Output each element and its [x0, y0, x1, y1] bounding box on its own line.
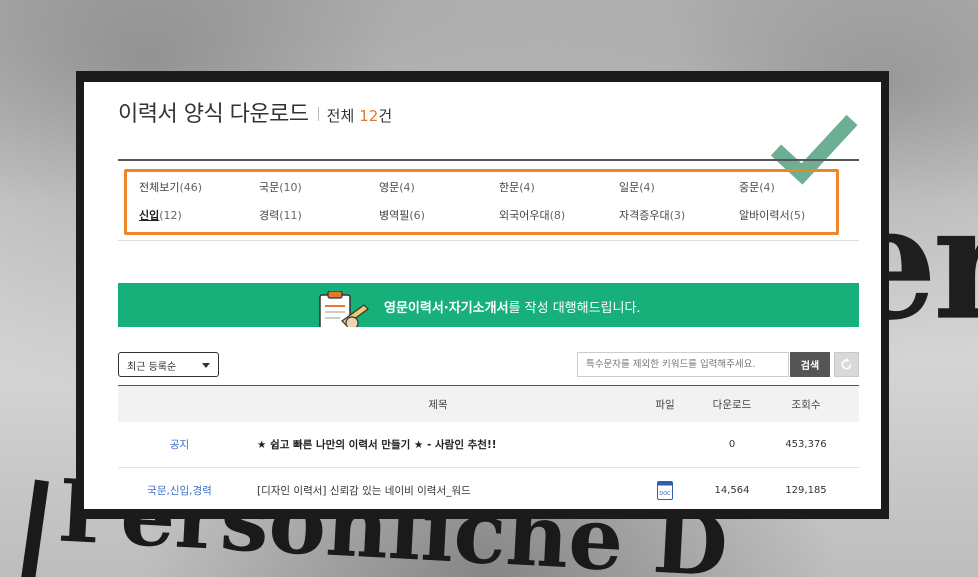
resume-download-page: 이력서 양식 다운로드 전체 12 건 전체보기(46) 국문(10) 영문(4…: [84, 82, 881, 509]
clipboard-illustration-icon: [319, 291, 369, 327]
category-experienced[interactable]: 경력(11): [259, 207, 379, 223]
row-file[interactable]: DOC: [635, 481, 695, 500]
category-military-done[interactable]: 병역필(6): [379, 207, 499, 223]
sort-select-value: 최근 등록순: [127, 362, 177, 373]
row-views: 129,185: [785, 485, 827, 496]
row-downloads: 0: [728, 439, 736, 450]
category-all[interactable]: 전체보기(46): [139, 179, 259, 195]
page-title-text: 이력서 양식 다운로드: [118, 102, 309, 127]
category-certificate-preferred[interactable]: 자격증우대(3): [619, 207, 739, 223]
header-title: 제목: [428, 398, 448, 411]
total-unit: 건: [378, 107, 393, 125]
total-count: 12: [359, 107, 379, 125]
category-korean[interactable]: 국문(10): [259, 179, 379, 195]
category-language-preferred[interactable]: 외국어우대(8): [499, 207, 619, 223]
header-views: 조회수: [791, 398, 821, 411]
total-label: 전체: [326, 107, 355, 125]
category-japanese[interactable]: 일문(4): [619, 179, 739, 195]
refresh-button[interactable]: [834, 352, 859, 377]
header-file: 파일: [655, 398, 675, 411]
search-input[interactable]: [577, 352, 789, 377]
search-button[interactable]: 검색: [790, 352, 830, 377]
screenshot-frame: 이력서 양식 다운로드 전체 12 건 전체보기(46) 국문(10) 영문(4…: [76, 71, 889, 519]
svg-text:DOC: DOC: [659, 491, 671, 497]
promo-banner[interactable]: 영문이력서·자기소개서를 작성 대행해드립니다.: [118, 283, 859, 327]
banner-text: 영문이력서·자기소개서를 작성 대행해드립니다.: [384, 301, 641, 316]
category-english[interactable]: 영문(4): [379, 179, 499, 195]
chevron-down-icon: [202, 363, 210, 368]
title-separator: [317, 107, 319, 121]
page-title: 이력서 양식 다운로드 전체 12 건: [118, 96, 392, 128]
category-new-grad[interactable]: 신입(12): [139, 207, 259, 223]
category-filter-list: 전체보기(46) 국문(10) 영문(4) 한문(4) 일문(4) 중문(4) …: [139, 179, 839, 223]
category-chinese[interactable]: 중문(4): [739, 179, 859, 195]
doc-icon[interactable]: DOC: [657, 481, 673, 500]
resume-table: 제목 파일 다운로드 조회수 공지 ★ 쉽고 빠른 나만의 이력서 만들기 ★ …: [118, 385, 859, 509]
category-part-time[interactable]: 알바이력서(5): [739, 207, 859, 223]
header-downloads: 다운로드: [712, 398, 752, 411]
table-row[interactable]: 국문,신입,경력 [디자인 이력서] 신뢰감 있는 네이비 이력서_워드 DOC…: [118, 468, 859, 509]
sort-select[interactable]: 최근 등록순: [118, 352, 219, 377]
category-chinese-character[interactable]: 한문(4): [499, 179, 619, 195]
row-category[interactable]: 국문,신입,경력: [118, 483, 241, 498]
row-title[interactable]: ★ 쉽고 빠른 나만의 이력서 만들기 ★ - 사람인 추천!!: [241, 437, 635, 452]
row-category[interactable]: 공지: [118, 437, 241, 452]
row-views: 453,376: [785, 439, 827, 450]
row-downloads: 14,564: [714, 485, 750, 496]
table-header: 제목 파일 다운로드 조회수: [118, 386, 859, 422]
table-row[interactable]: 공지 ★ 쉽고 빠른 나만의 이력서 만들기 ★ - 사람인 추천!! 0 45…: [118, 422, 859, 468]
refresh-icon: [841, 358, 852, 370]
row-title[interactable]: [디자인 이력서] 신뢰감 있는 네이비 이력서_워드: [241, 483, 635, 498]
